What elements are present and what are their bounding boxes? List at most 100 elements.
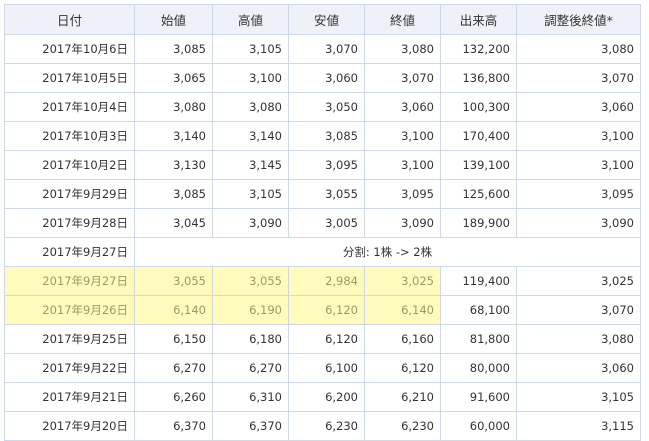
cell-adj-close: 3,095 [516,179,641,209]
cell-low: 3,050 [288,92,365,122]
table-row: 2017年9月20日 6,370 6,370 6,230 6,230 60,00… [4,411,641,441]
cell-adj-close: 3,070 [516,295,641,325]
cell-open: 3,045 [134,208,213,238]
cell-adj-close: 3,060 [516,92,641,122]
cell-low: 3,070 [288,34,365,64]
cell-date: 2017年9月27日 [4,237,135,267]
cell-open: 6,260 [134,382,213,412]
cell-adj-close: 3,080 [516,34,641,64]
cell-open: 6,150 [134,324,213,354]
cell-open: 6,270 [134,353,213,383]
cell-open: 6,370 [134,411,213,441]
cell-close: 3,060 [364,92,441,122]
cell-adj-close: 3,080 [516,324,641,354]
cell-close: 3,070 [364,63,441,93]
cell-high: 6,180 [212,324,289,354]
header-close: 終値 [364,4,441,35]
cell-volume: 139,100 [440,150,517,180]
cell-low: 6,120 [288,295,365,325]
cell-date: 2017年9月26日 [4,295,135,325]
cell-high: 6,370 [212,411,289,441]
cell-close: 3,025 [364,266,441,296]
cell-low: 6,230 [288,411,365,441]
cell-high: 3,105 [212,34,289,64]
price-history-panel: 日付 始値 高値 安値 終値 出来高 調整後終値* 2017年10月6日 3,0… [4,4,641,441]
header-high: 高値 [212,4,289,35]
cell-adj-close: 3,070 [516,63,641,93]
cell-date: 2017年9月20日 [4,411,135,441]
price-history-table: 日付 始値 高値 安値 終値 出来高 調整後終値* 2017年10月6日 3,0… [4,4,641,441]
cell-high: 3,080 [212,92,289,122]
cell-volume: 80,000 [440,353,517,383]
cell-adj-close: 3,105 [516,382,641,412]
cell-volume: 132,200 [440,34,517,64]
cell-open: 3,080 [134,92,213,122]
cell-adj-close: 3,100 [516,150,641,180]
cell-date: 2017年10月5日 [4,63,135,93]
cell-open: 3,085 [134,179,213,209]
cell-high: 6,310 [212,382,289,412]
cell-date: 2017年10月3日 [4,121,135,151]
cell-low: 3,055 [288,179,365,209]
cell-high: 3,090 [212,208,289,238]
table-row: 2017年10月2日 3,130 3,145 3,095 3,100 139,1… [4,150,641,180]
cell-volume: 125,600 [440,179,517,209]
cell-date: 2017年9月22日 [4,353,135,383]
table-header-row: 日付 始値 高値 安値 終値 出来高 調整後終値* [4,4,641,35]
cell-low: 2,984 [288,266,365,296]
table-row: 2017年10月3日 3,140 3,140 3,085 3,100 170,4… [4,121,641,151]
cell-adj-close: 3,090 [516,208,641,238]
cell-date: 2017年10月6日 [4,34,135,64]
cell-open: 3,065 [134,63,213,93]
table-row: 2017年9月28日 3,045 3,090 3,005 3,090 189,9… [4,208,641,238]
cell-close: 6,210 [364,382,441,412]
header-date: 日付 [4,4,135,35]
cell-close: 3,090 [364,208,441,238]
cell-low: 6,200 [288,382,365,412]
cell-volume: 189,900 [440,208,517,238]
cell-date: 2017年9月29日 [4,179,135,209]
cell-date: 2017年10月4日 [4,92,135,122]
cell-volume: 68,100 [440,295,517,325]
cell-high: 3,055 [212,266,289,296]
cell-date: 2017年10月2日 [4,150,135,180]
split-event-row: 2017年9月27日 分割: 1株 -> 2株 [4,237,641,267]
cell-date: 2017年9月28日 [4,208,135,238]
cell-close: 6,160 [364,324,441,354]
cell-high: 6,190 [212,295,289,325]
table-row: 2017年9月29日 3,085 3,105 3,055 3,095 125,6… [4,179,641,209]
cell-high: 3,105 [212,179,289,209]
table-row-highlighted: 2017年9月27日 3,055 3,055 2,984 3,025 119,4… [4,266,641,296]
cell-date: 2017年9月25日 [4,324,135,354]
table-row: 2017年9月22日 6,270 6,270 6,100 6,120 80,00… [4,353,641,383]
table-row: 2017年10月6日 3,085 3,105 3,070 3,080 132,2… [4,34,641,64]
cell-volume: 81,800 [440,324,517,354]
cell-close: 6,120 [364,353,441,383]
cell-close: 3,100 [364,121,441,151]
header-volume: 出来高 [440,4,517,35]
cell-close: 3,080 [364,34,441,64]
cell-low: 6,120 [288,324,365,354]
cell-date: 2017年9月27日 [4,266,135,296]
cell-low: 6,100 [288,353,365,383]
cell-volume: 100,300 [440,92,517,122]
cell-adj-close: 3,025 [516,266,641,296]
table-row: 2017年9月21日 6,260 6,310 6,200 6,210 91,60… [4,382,641,412]
table-row: 2017年10月5日 3,065 3,100 3,060 3,070 136,8… [4,63,641,93]
cell-open: 3,130 [134,150,213,180]
cell-volume: 136,800 [440,63,517,93]
table-row: 2017年9月25日 6,150 6,180 6,120 6,160 81,80… [4,324,641,354]
cell-volume: 170,400 [440,121,517,151]
cell-volume: 119,400 [440,266,517,296]
cell-close: 6,140 [364,295,441,325]
cell-adj-close: 3,100 [516,121,641,151]
split-event-text: 分割: 1株 -> 2株 [134,237,641,267]
header-open: 始値 [134,4,213,35]
table-row-highlighted: 2017年9月26日 6,140 6,190 6,120 6,140 68,10… [4,295,641,325]
cell-close: 3,100 [364,150,441,180]
cell-low: 3,060 [288,63,365,93]
cell-adj-close: 3,060 [516,353,641,383]
header-low: 安値 [288,4,365,35]
table-row: 2017年10月4日 3,080 3,080 3,050 3,060 100,3… [4,92,641,122]
cell-open: 3,055 [134,266,213,296]
